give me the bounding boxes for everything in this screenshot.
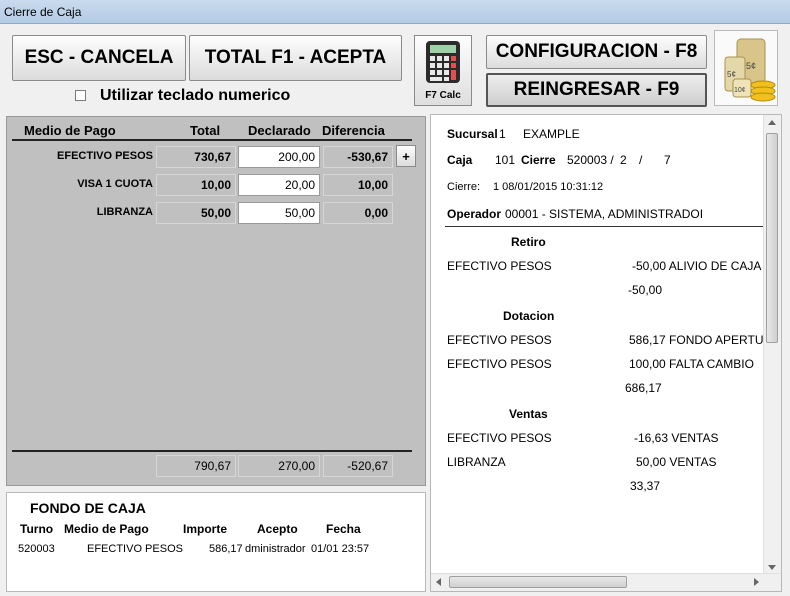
sucursal-num: 1 [499,127,506,141]
fondo-title: FONDO DE CAJA [30,500,146,516]
row-medio: LIBRANZA [96,206,153,218]
header-divider [12,139,412,141]
window-title: Cierre de Caja [4,5,82,19]
cierre-a: 2 [620,153,627,167]
totals-divider [12,450,412,452]
row-declarado-input[interactable]: 20,00 [238,174,320,196]
cierre-num: 520003 / [567,153,614,167]
horizontal-scroll-thumb[interactable] [449,576,627,588]
operador-label: Operador [447,207,502,221]
sucursal-label: Sucursal [447,127,498,141]
sucursal-name: EXAMPLE [523,127,580,141]
dotacion-medio-2: EFECTIVO PESOS [447,357,552,371]
cierre-label: Cierre [521,153,556,167]
fondo-fecha: 01/01 23:57 [311,543,370,555]
cierre-sep: / [639,153,643,167]
reingresar-button[interactable]: REINGRESAR - F9 [486,73,707,107]
row-diferencia: -530,67 [323,146,393,168]
cierre-b: 7 [664,153,671,167]
fondo-importe: 586,17 [209,543,243,555]
header-medio: Medio de Pago [24,123,116,138]
calculator-icon [426,41,460,83]
fondo-acepto: dministrador [245,543,306,555]
row-medio: EFECTIVO PESOS [57,150,153,162]
diferencia-sum: -520,67 [323,455,393,477]
header-declarado: Declarado [248,123,311,138]
fondo-medio: EFECTIVO PESOS [87,543,183,555]
ventas-title: Ventas [509,407,548,421]
report-divider [445,226,765,227]
payment-grid [6,116,426,486]
horizontal-scrollbar[interactable] [431,573,781,591]
arrow-up-icon[interactable] [768,120,776,125]
cierre2-label: Cierre: [447,181,481,193]
report-panel[interactable]: Sucursal 1 EXAMPLE Caja 101 Cierre 52000… [430,114,782,592]
arrow-right-icon[interactable] [754,578,759,586]
ventas-value-1: -16,63 VENTAS [634,431,719,445]
ventas-medio-2: LIBRANZA [447,455,506,469]
retiro-medio: EFECTIVO PESOS [447,259,552,273]
vertical-scrollbar[interactable] [763,115,781,575]
ventas-value-2: 50,00 VENTAS [636,455,717,469]
dotacion-value-2: 100,00 FALTA CAMBIO [629,357,754,371]
total-sum: 790,67 [156,455,236,477]
retiro-subtotal: -50,00 [628,283,663,297]
fondo-header-medio: Medio de Pago [64,522,149,536]
caja-label: Caja [447,153,473,167]
row-total: 10,00 [156,174,236,196]
numeric-keyboard-checkbox[interactable] [75,90,86,101]
retiro-value: -50,00 ALIVIO DE CAJA [632,259,762,273]
row-declarado-input[interactable]: 200,00 [238,146,320,168]
header-total: Total [190,123,221,138]
ventas-subtotal: 33,37 [630,479,661,493]
row-medio: VISA 1 CUOTA [77,178,153,190]
coins-image: 25¢ 5¢ 10¢ [714,30,778,106]
retiro-title: Retiro [511,235,546,249]
row-declarado-input[interactable]: 50,00 [238,202,320,224]
operador-value: 00001 - SISTEMA, ADMINISTRADOI [505,207,704,221]
accept-button[interactable]: TOTAL F1 - ACEPTA [189,35,402,81]
ventas-medio-1: EFECTIVO PESOS [447,431,552,445]
cierre2-value: 1 08/01/2015 10:31:12 [493,181,604,193]
cancel-button[interactable]: ESC - CANCELA [12,35,186,81]
fondo-header-turno: Turno [20,522,54,536]
fondo-header-importe: Importe [183,522,228,536]
caja-num: 101 [495,153,516,167]
fondo-header-acepto: Acepto [257,522,298,536]
row-diferencia: 0,00 [323,202,393,224]
calculator-label: F7 Calc [425,90,461,101]
dotacion-value-1: 586,17 FONDO APERTURA [629,333,781,347]
row-total: 730,67 [156,146,236,168]
title-bar: Cierre de Caja [0,0,790,24]
calculator-button[interactable]: F7 Calc [414,35,472,106]
config-button[interactable]: CONFIGURACION - F8 [486,35,707,69]
row-total: 50,00 [156,202,236,224]
dotacion-title: Dotacion [503,309,555,323]
fondo-header-fecha: Fecha [326,522,361,536]
declarado-sum: 270,00 [238,455,320,477]
arrow-left-icon[interactable] [436,578,441,586]
header-diferencia: Diferencia [322,123,385,138]
numeric-keyboard-label: Utilizar teclado numerico [100,87,291,104]
dotacion-subtotal: 686,17 [625,381,662,395]
add-button[interactable]: + [396,145,416,167]
row-diferencia: 10,00 [323,174,393,196]
coins-icon: 25¢ 5¢ 10¢ [724,38,776,102]
arrow-down-icon[interactable] [768,565,776,570]
fondo-turno: 520003 [18,543,55,555]
svg-text:10¢: 10¢ [734,87,746,94]
vertical-scroll-thumb[interactable] [766,133,778,343]
dotacion-medio-1: EFECTIVO PESOS [447,333,552,347]
svg-text:5¢: 5¢ [727,70,736,79]
